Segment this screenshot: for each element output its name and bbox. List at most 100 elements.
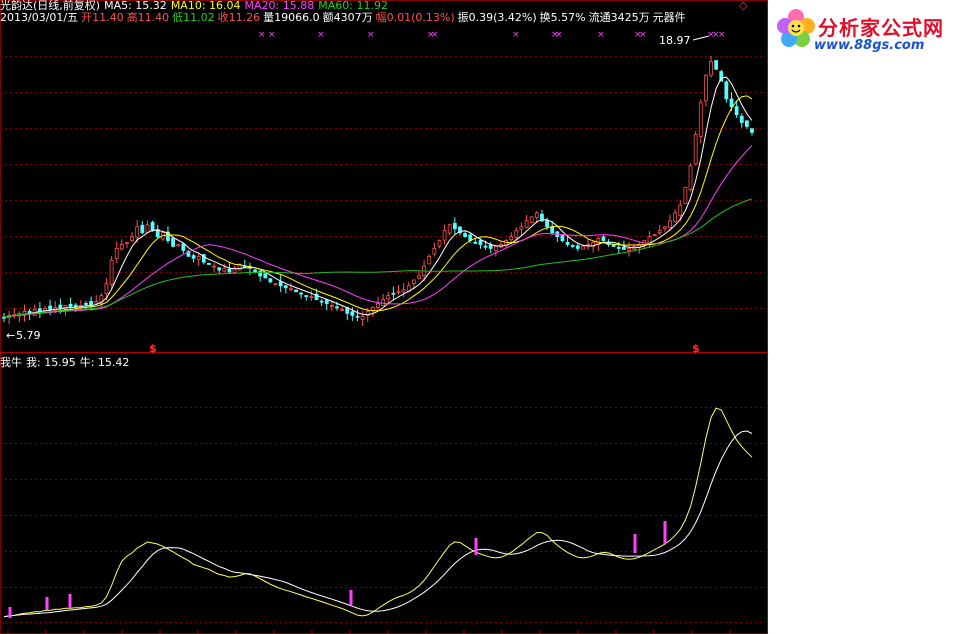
quote-volume: 量19066.0 <box>263 11 320 24</box>
candle-body <box>48 305 53 310</box>
logo-title: 分析家公式网 <box>818 16 944 40</box>
quote-sector: 元器件 <box>652 11 686 24</box>
candle-body <box>350 311 355 316</box>
candle-body <box>586 244 590 246</box>
candle-body <box>417 275 421 279</box>
candle-body <box>114 248 119 260</box>
quote-float: 流通3425万 <box>588 11 650 24</box>
candle-body <box>140 224 145 234</box>
candle-body <box>432 248 437 255</box>
candle-body <box>688 165 693 190</box>
candle-body <box>135 226 140 238</box>
quote-close: 11.26 <box>228 11 261 24</box>
candle-body <box>355 315 360 318</box>
candle-body <box>289 288 293 291</box>
ma20-line <box>3 145 753 318</box>
quote-high-label: 高 <box>126 11 138 24</box>
candle-body <box>171 237 175 247</box>
candle-body <box>601 236 606 241</box>
chart-panel[interactable]: 18.97 5.79 ← × × × × × × × × × × × × × × × $ $ 光韵达(日线,前复权) M… <box>0 0 768 634</box>
candle-body <box>227 268 232 273</box>
candle-body <box>657 230 662 233</box>
candle-body <box>647 236 652 244</box>
candle-body <box>181 243 186 251</box>
candle-body <box>734 106 739 116</box>
candle-body <box>529 216 534 223</box>
stock-chart[interactable]: 18.975.79←× × × × ×× × ×× × ×× ×××$ $ <box>0 0 768 634</box>
candle-body <box>698 102 703 137</box>
candle-body <box>176 244 181 247</box>
candle-body <box>37 308 42 312</box>
candle-body <box>340 309 345 311</box>
candle-body <box>663 226 667 229</box>
candle-body <box>401 289 406 293</box>
candle-body <box>581 246 585 250</box>
indicator-name: 我牛 <box>0 356 22 369</box>
candle-body <box>268 278 273 283</box>
signal-x-marker: × <box>597 30 605 40</box>
candle-body <box>519 226 524 230</box>
signal-x-marker: × <box>367 30 375 40</box>
candle-body <box>335 306 339 309</box>
candle-body <box>319 300 324 303</box>
signal-dollar-mark: $ <box>149 342 157 355</box>
quote-change: 幅0.01(0.13%) <box>375 11 455 24</box>
candle-body <box>442 230 447 241</box>
quote-turnover: 换5.57% <box>539 11 586 24</box>
candle-body <box>145 224 150 233</box>
candle-body <box>370 307 375 311</box>
quote-open: 11.40 <box>92 11 124 24</box>
candle-body <box>447 224 452 234</box>
candle-body <box>130 236 134 241</box>
quote-amplitude: 振0.39(3.42%) <box>457 11 537 24</box>
candle-body <box>304 295 309 297</box>
candle-body <box>104 283 109 294</box>
candle-body <box>329 305 334 307</box>
indicator-niu-line <box>3 430 753 618</box>
candle-body <box>709 61 713 76</box>
site-logo[interactable]: 分析家公式网 www.88gs.com <box>774 4 956 56</box>
candle-body <box>309 296 314 299</box>
candle-body <box>652 234 657 237</box>
candle-body <box>550 226 555 234</box>
signal-x-marker: × <box>639 30 647 40</box>
indicator-wo-line <box>3 407 753 618</box>
flower-icon <box>777 9 815 47</box>
candle-body <box>575 245 580 249</box>
candle-body <box>89 301 93 306</box>
signal-x-marker: × <box>258 30 266 40</box>
quote-date: 2013/03/01/五 <box>0 11 79 24</box>
quote-low-label: 低 <box>172 11 184 24</box>
indicator-signal-bar <box>474 538 478 555</box>
candle-body <box>724 81 729 100</box>
candle-body <box>391 292 396 295</box>
candle-body <box>678 204 683 216</box>
max-price-label: 18.97 <box>659 34 691 47</box>
candle-body <box>483 245 488 248</box>
signal-x-marker: × <box>317 30 325 40</box>
quote-high: 11.40 <box>137 11 170 24</box>
candle-body <box>191 255 196 259</box>
min-price-label: 5.79 <box>16 329 41 342</box>
signal-x-marker: × <box>431 30 439 40</box>
candle-body <box>68 303 73 308</box>
candle-body <box>545 219 549 228</box>
indicator-signal-bar <box>8 607 12 618</box>
candle-body <box>437 240 442 247</box>
candle-body <box>150 221 155 232</box>
candle-body <box>478 240 483 245</box>
ma5-line <box>3 76 753 318</box>
candle-body <box>729 98 734 108</box>
candle-body <box>324 299 329 304</box>
quote-line: 2013/03/01/五 开11.40 高11.40 低11.02 收11.26 量190… <box>0 11 689 24</box>
indicator-niu: 牛: 15.42 <box>79 356 130 369</box>
diamond-icon[interactable]: ◇ <box>739 0 747 12</box>
signal-x-marker: × <box>268 30 276 40</box>
ma10-line <box>3 95 753 318</box>
candle-body <box>253 269 257 273</box>
candle-body <box>560 234 565 241</box>
indicator-signal-bar <box>45 597 49 610</box>
candle-body <box>473 241 478 244</box>
quote-close-label: 收 <box>217 11 229 24</box>
indicator-signal-bar <box>68 594 72 608</box>
